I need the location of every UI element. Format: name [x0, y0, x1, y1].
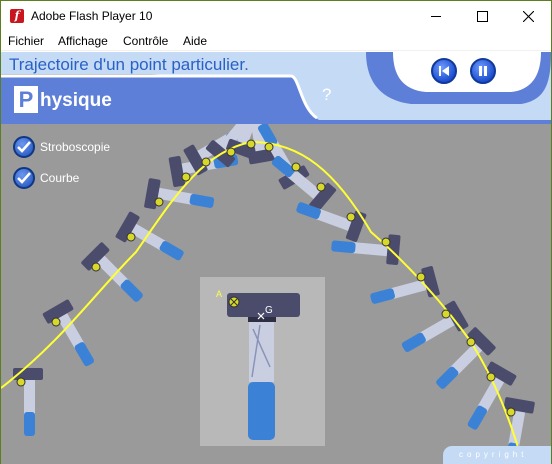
maximize-button[interactable] — [459, 1, 505, 31]
hammer-snapshot — [296, 202, 367, 242]
trajectory-point — [181, 172, 191, 182]
trajectory-point — [346, 212, 356, 222]
trajectory-point — [486, 372, 496, 382]
close-icon — [522, 10, 534, 22]
help-button[interactable]: ? — [322, 85, 331, 105]
minimize-button[interactable] — [413, 1, 459, 31]
option-label: Stroboscopie — [40, 140, 111, 154]
menu-aide[interactable]: Aide — [183, 34, 207, 48]
rewind-icon — [439, 66, 449, 76]
window-title: Adobe Flash Player 10 — [31, 9, 153, 23]
flash-stage: Trajectoire d'un point particulier. P hy… — [1, 52, 551, 464]
close-button[interactable] — [505, 1, 551, 31]
checkmark-icon — [17, 141, 31, 153]
trajectory-point — [154, 197, 164, 207]
logo-text: hysique — [40, 90, 112, 111]
menu-affichage[interactable]: Affichage — [58, 34, 108, 48]
hammer-diagram: A G — [200, 277, 325, 446]
trajectory-point — [226, 147, 236, 157]
hammer-snapshot — [13, 368, 43, 436]
copyright-tab: copyright — [443, 446, 551, 464]
trajectory-point — [506, 407, 516, 417]
trajectory-point — [16, 377, 26, 387]
trajectory-point — [126, 232, 136, 242]
trajectory-point — [381, 237, 391, 247]
checkbox-stroboscopie[interactable] — [13, 136, 35, 158]
hammer-snapshot — [331, 234, 401, 265]
trajectory-point — [51, 317, 61, 327]
flash-app-icon: f — [10, 9, 24, 23]
page-subtitle: Trajectoire d'un point particulier. — [9, 55, 249, 74]
checkmark-icon — [17, 172, 31, 184]
menu-fichier[interactable]: Fichier — [8, 34, 44, 48]
trajectory-point — [466, 337, 476, 347]
option-label: Courbe — [40, 171, 80, 185]
trajectory-point — [441, 309, 451, 319]
pause-button[interactable] — [470, 58, 496, 84]
option-stroboscopie[interactable]: Stroboscopie — [13, 136, 110, 158]
trajectory-point — [291, 162, 301, 172]
logo-initial: P — [14, 86, 38, 113]
trajectory-point — [91, 262, 101, 272]
point-g-label: G — [265, 305, 273, 316]
title-bar: f Adobe Flash Player 10 — [1, 1, 551, 31]
menu-controle[interactable]: Contrôle — [123, 34, 168, 48]
point-a-label: A — [216, 289, 223, 299]
trajectory-point — [201, 157, 211, 167]
hammer-snapshot — [401, 300, 469, 353]
rewind-button[interactable] — [431, 58, 457, 84]
trajectory-point — [316, 182, 326, 192]
hammer-illustration — [227, 293, 300, 440]
checkbox-courbe[interactable] — [13, 167, 35, 189]
pause-icon — [479, 66, 487, 76]
menu-bar: Fichier Affichage Contrôle Aide — [1, 31, 551, 51]
trajectory-point — [264, 142, 274, 152]
trajectory-point — [246, 139, 256, 149]
hammer-snapshot — [436, 327, 496, 389]
trajectory-point — [416, 272, 426, 282]
hammer-snapshot — [42, 299, 95, 367]
option-courbe[interactable]: Courbe — [13, 167, 79, 189]
flash-player-window: f Adobe Flash Player 10 Fichier Affichag… — [0, 0, 552, 464]
